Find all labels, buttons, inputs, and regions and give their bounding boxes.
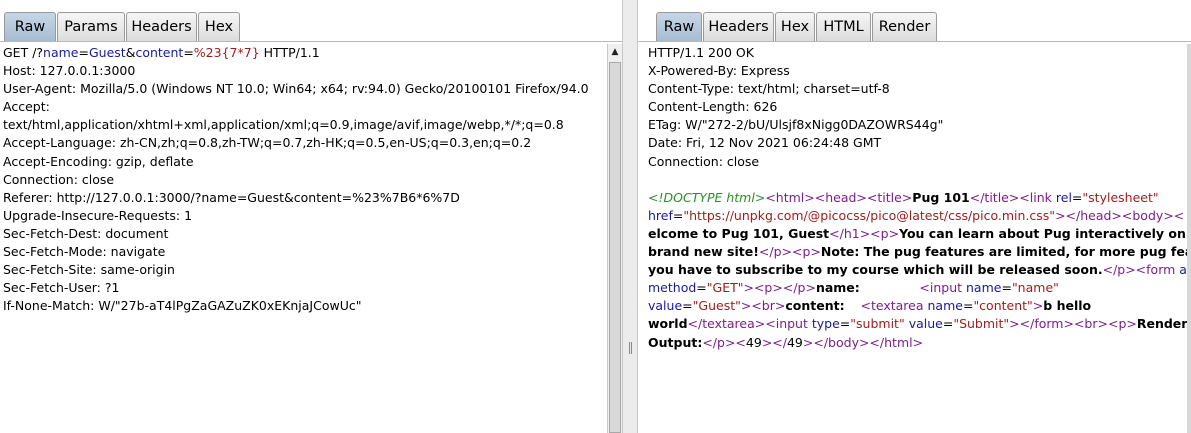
response-body-line: value="Guest"><br>content: <textarea nam… [648, 298, 1092, 314]
request-header-line: Connection: close [3, 171, 115, 187]
request-header-line: Sec-Fetch-Dest: document [3, 225, 169, 241]
request-raw-editor[interactable]: GET /?name=Guest&content=%23{7*7} HTTP/1… [0, 44, 622, 433]
request-scroll-thumb[interactable] [609, 62, 621, 433]
response-body-line: brand new site!</p><p>Note: The pug feat… [648, 244, 1191, 260]
request-header-line: User-Agent: Mozilla/5.0 (Windows NT 10.0… [3, 81, 589, 97]
request-tab-raw[interactable]: Raw [4, 12, 56, 41]
scroll-up-icon[interactable]: ▲ [608, 45, 622, 59]
response-body-line: <!DOCTYPE html><html><head><title>Pug 10… [648, 189, 1159, 205]
pane-divider[interactable] [622, 0, 638, 433]
response-tab-raw[interactable]: Raw [656, 12, 702, 41]
request-scrollbar[interactable]: ▲ [607, 44, 622, 433]
response-tab-html[interactable]: HTML [816, 12, 871, 41]
response-tab-hex[interactable]: Hex [775, 12, 815, 41]
request-header-line: Accept-Encoding: gzip, deflate [3, 153, 194, 169]
response-pane: Raw Headers Hex HTML Render HTTP/1.1 200… [638, 0, 1191, 433]
request-pane: Raw Params Headers Hex GET /?name=Guest&… [0, 0, 622, 433]
response-body-line: method="GET"><p></p>name: <input name="n… [648, 280, 1059, 296]
response-tab-render[interactable]: Render [872, 12, 937, 41]
request-header-line: Referer: http://127.0.0.1:3000/?name=Gue… [3, 189, 460, 205]
response-body-line: elcome to Pug 101, Guest</h1><p>You can … [648, 225, 1191, 241]
request-header-line: Accept: [3, 99, 50, 115]
request-tab-hex[interactable]: Hex [198, 12, 240, 41]
response-header-line: Content-Length: 626 [648, 99, 778, 115]
response-header-line: HTTP/1.1 200 OK [648, 45, 754, 60]
response-header-line: Connection: close [648, 153, 760, 169]
response-body-line: href="https://unpkg.com/@picocss/pico@la… [648, 207, 1185, 223]
request-tab-params[interactable]: Params [57, 12, 125, 41]
request-header-line: Sec-Fetch-Site: same-origin [3, 262, 175, 278]
response-header-line: Content-Type: text/html; charset=utf-8 [648, 81, 890, 97]
request-header-line: Sec-Fetch-Mode: navigate [3, 244, 166, 260]
response-body-line: Output:</p><49></49></body></html> [648, 334, 924, 350]
divider-grip-icon [629, 342, 632, 354]
request-header-line: Host: 127.0.0.1:3000 [3, 63, 136, 79]
response-header-line: ETag: W/"272-2/bU/Ulsjf8xNigg0DAZOWRS44g… [648, 117, 944, 133]
response-scrollbar[interactable] [1187, 44, 1191, 433]
request-tab-bar: Raw Params Headers Hex [0, 0, 622, 42]
request-header-line: Upgrade-Insecure-Requests: 1 [3, 207, 193, 223]
request-header-line: If-None-Match: W/"27b-aT4lPgZaGAZuZK0xEK… [3, 298, 362, 314]
response-tab-headers[interactable]: Headers [703, 12, 774, 41]
response-header-line: X-Powered-By: Express [648, 63, 790, 79]
request-line: GET /?name=Guest&content=%23{7*7} HTTP/1… [3, 45, 320, 60]
request-header-line: Accept-Language: zh-CN,zh;q=0.8,zh-TW;q=… [3, 135, 532, 151]
response-body-line: world</textarea><input type="submit" val… [648, 316, 1191, 332]
response-tab-bar: Raw Headers Hex HTML Render [638, 0, 1191, 42]
response-raw-viewer[interactable]: HTTP/1.1 200 OK X-Powered-By: Express Cont… [638, 44, 1191, 433]
request-tab-headers[interactable]: Headers [126, 12, 197, 41]
response-body-line: you have to subscribe to my course which… [648, 262, 1191, 278]
response-header-line: Date: Fri, 12 Nov 2021 06:24:48 GMT [648, 135, 882, 151]
request-header-line: text/html,application/xhtml+xml,applicat… [3, 117, 564, 133]
request-header-line: Sec-Fetch-User: ?1 [3, 280, 120, 296]
